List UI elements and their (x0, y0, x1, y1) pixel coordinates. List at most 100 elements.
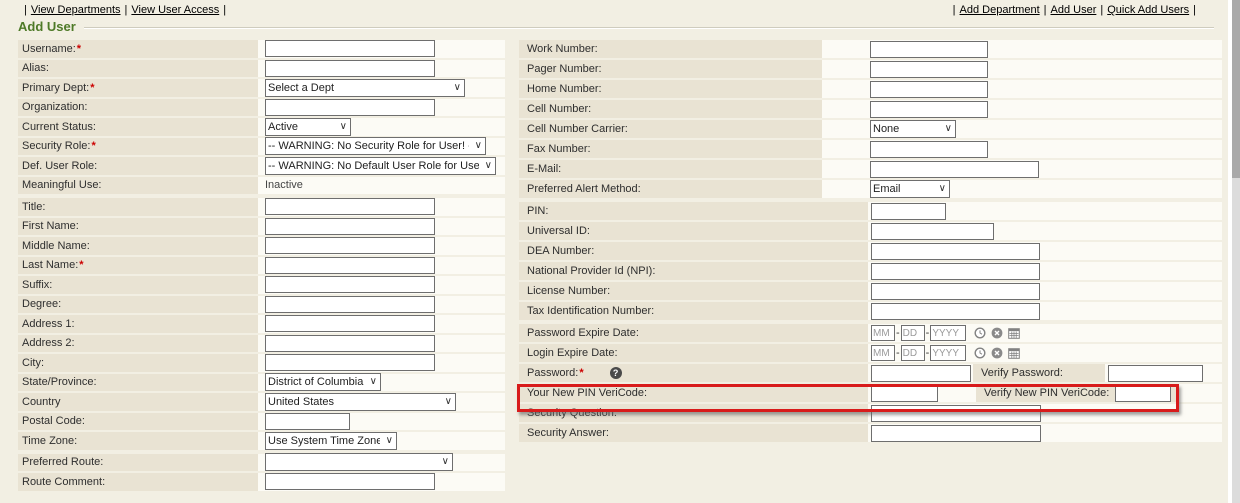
link-add-department[interactable]: Add Department (960, 4, 1040, 16)
security-role-select[interactable]: -- WARNING: No Security Role for User! -… (265, 137, 486, 155)
suffix-input[interactable] (265, 276, 435, 293)
dea-number-input[interactable] (871, 243, 1040, 260)
link-separator: | (953, 4, 956, 16)
cell-number-input[interactable] (870, 101, 988, 118)
form-row-cell-number: Cell Number: (519, 100, 1222, 118)
country-select[interactable]: United States (265, 393, 456, 411)
middle-name-input[interactable] (265, 237, 435, 254)
security-question-input[interactable] (871, 405, 1041, 422)
universal-id-input[interactable] (871, 223, 994, 240)
def-user-role-select-wrap: -- WARNING: No Default User Role for Use… (265, 157, 496, 175)
tax-identification-number-input[interactable] (871, 303, 1040, 320)
password-input[interactable] (871, 365, 971, 382)
def-user-role-select[interactable]: -- WARNING: No Default User Role for Use… (265, 157, 496, 175)
title-input[interactable] (265, 198, 435, 215)
login-expire-date-mm-input[interactable] (871, 345, 895, 361)
current-status-select[interactable]: Active (265, 118, 351, 136)
form-row-security-answer: Security Answer: (519, 424, 1222, 442)
route-comment-control-cell (258, 473, 505, 491)
address-1-label: Address 1: (22, 318, 75, 330)
cell-number-label: Cell Number: (527, 103, 591, 115)
work-number-label: Work Number: (527, 43, 598, 55)
state-province-select[interactable]: District of Columbia (265, 373, 381, 391)
security-question-label-cell: Security Question: (519, 404, 868, 422)
pin-vericode-verify-input[interactable] (1115, 385, 1171, 402)
clock-icon[interactable] (974, 347, 986, 359)
form-row-tax-identification-number: Tax Identification Number: (519, 302, 1222, 320)
time-zone-control-cell: Use System Time Zone∨ (258, 432, 505, 450)
link-view-user-access[interactable]: View User Access (131, 4, 219, 16)
route-comment-input[interactable] (265, 473, 435, 490)
country-label-cell: Country (18, 393, 258, 411)
primary-dept-select[interactable]: Select a Dept (265, 79, 465, 97)
pin-vericode-input[interactable] (871, 385, 938, 402)
vertical-scrollbar[interactable] (1232, 0, 1240, 503)
cell-number-carrier-select[interactable]: None (870, 120, 956, 138)
username-label: Username: (22, 43, 76, 55)
city-input[interactable] (265, 354, 435, 371)
postal-code-input[interactable] (265, 413, 350, 430)
link-quick-add-users[interactable]: Quick Add Users (1107, 4, 1189, 16)
e-mail-label: E-Mail: (527, 163, 561, 175)
last-name-input[interactable] (265, 257, 435, 274)
top-link-bar: |View Departments|View User Access| |Add… (20, 4, 1200, 16)
calendar-icon[interactable] (1008, 347, 1020, 359)
preferred-alert-method-select[interactable]: Email (870, 180, 950, 198)
scrollbar-thumb[interactable] (1232, 0, 1240, 178)
license-number-input[interactable] (871, 283, 1040, 300)
login-expire-date-control-cell: -- (868, 344, 1222, 362)
password-verify-input[interactable] (1108, 365, 1203, 382)
preferred-alert-method-label: Preferred Alert Method: (527, 183, 641, 195)
organization-input[interactable] (265, 99, 435, 116)
form-row-username: Username:* (18, 40, 505, 58)
password-expire-date-dd-input[interactable] (901, 325, 925, 341)
pin-input[interactable] (871, 203, 946, 220)
login-expire-date-label-cell: Login Expire Date: (519, 344, 868, 362)
login-expire-date-dd-input[interactable] (901, 345, 925, 361)
link-separator: | (125, 4, 128, 16)
clock-icon[interactable] (974, 327, 986, 339)
add-user-form-right-column: Work Number:Pager Number:Home Number:Cel… (519, 40, 1222, 446)
link-add-user[interactable]: Add User (1051, 4, 1097, 16)
password-expire-date-yyyy-input[interactable] (930, 325, 966, 341)
form-row-def-user-role: Def. User Role: -- WARNING: No Default Us… (18, 157, 505, 175)
pager-number-input[interactable] (870, 61, 988, 78)
link-view-departments[interactable]: View Departments (31, 4, 121, 16)
degree-input[interactable] (265, 296, 435, 313)
e-mail-input[interactable] (870, 161, 1039, 178)
help-icon[interactable]: ? (610, 367, 622, 379)
clear-icon[interactable] (991, 327, 1003, 339)
password-expire-date-mm-input[interactable] (871, 325, 895, 341)
date-separator: - (926, 327, 930, 339)
route-comment-label-cell: Route Comment: (18, 473, 258, 491)
pager-number-label-cell: Pager Number: (519, 60, 822, 78)
tax-identification-number-label: Tax Identification Number: (527, 305, 654, 317)
clear-icon[interactable] (991, 347, 1003, 359)
license-number-label: License Number: (527, 285, 610, 297)
home-number-input[interactable] (870, 81, 988, 98)
work-number-input[interactable] (870, 41, 988, 58)
form-row-suffix: Suffix: (18, 276, 505, 294)
fax-number-input[interactable] (870, 141, 988, 158)
preferred-route-select[interactable] (265, 453, 453, 471)
preferred-route-label-cell: Preferred Route: (18, 454, 258, 472)
state-province-label: State/Province: (22, 376, 97, 388)
postal-code-label: Postal Code: (22, 415, 85, 427)
alias-input[interactable] (265, 60, 435, 77)
username-input[interactable] (265, 40, 435, 57)
address-1-input[interactable] (265, 315, 435, 332)
state-province-label-cell: State/Province: (18, 374, 258, 392)
first-name-input[interactable] (265, 218, 435, 235)
calendar-icon[interactable] (1008, 327, 1020, 339)
security-answer-input[interactable] (871, 425, 1041, 442)
def-user-role-label: Def. User Role: (22, 160, 97, 172)
date-separator: - (896, 327, 900, 339)
npi-input[interactable] (871, 263, 1040, 280)
pin-vericode-control-cell: Verify New PIN VeriCode: (868, 384, 1222, 402)
form-row-primary-dept: Primary Dept:*Select a Dept∨ (18, 79, 505, 97)
login-expire-date-yyyy-input[interactable] (930, 345, 966, 361)
city-label-cell: City: (18, 354, 258, 372)
address-2-label-cell: Address 2: (18, 335, 258, 353)
time-zone-select[interactable]: Use System Time Zone (265, 432, 397, 450)
address-2-input[interactable] (265, 335, 435, 352)
